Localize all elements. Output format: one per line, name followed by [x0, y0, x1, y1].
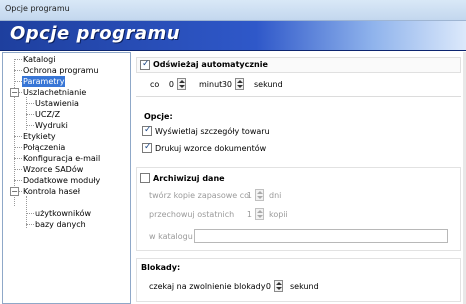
refresh-seconds-value[interactable]: 30 [220, 80, 232, 89]
tree-item-konfiguracja-email[interactable]: Konfiguracja e-mail [22, 153, 101, 164]
refresh-seconds-spinner[interactable] [235, 78, 244, 90]
tree-item-bazy-danych[interactable]: bazy danych [34, 219, 87, 230]
locks-header: Blokady: [141, 263, 181, 272]
tree-item-etykiety[interactable]: Etykiety [22, 131, 57, 142]
refresh-label: Odświeżaj automatycznie [153, 60, 268, 69]
tree-item-wzorce-sadow[interactable]: Wzorce SADów [22, 164, 84, 175]
tree-item-uszlachetnianie[interactable]: Uszlachetnianie [22, 87, 87, 98]
lock-wait-value[interactable]: 0 [259, 282, 271, 291]
backup-interval-spinner[interactable] [255, 189, 264, 201]
keep-copies-value[interactable]: 1 [240, 210, 252, 219]
refresh-minutes-spinner[interactable] [177, 78, 186, 90]
archive-label: Archiwizuj dane [153, 174, 225, 183]
tree-item-ucz-z[interactable]: UCZ/Z [34, 109, 61, 120]
header-banner: Opcje programu [0, 21, 466, 51]
archive-checkbox[interactable] [140, 173, 150, 183]
tree-item-katalogi[interactable]: Katalogi [22, 54, 56, 65]
refresh-checkbox[interactable] [140, 59, 150, 70]
tree-item-wydruki[interactable]: Wydruki [34, 120, 69, 131]
tree-item-uzytkownikow[interactable]: użytkowników [34, 208, 92, 219]
backup-interval-label: twórz kopie zapasowe co [149, 191, 250, 200]
window-titlebar: Opcje programu [0, 0, 466, 21]
show-details-checkbox[interactable] [142, 125, 152, 136]
print-templates-label: Drukuj wzorce dokumentów [155, 144, 267, 153]
keep-copies-label: przechowuj ostatnich [149, 210, 235, 219]
lock-wait-unit: sekund [290, 282, 319, 291]
refresh-seconds-label: sekund [254, 80, 283, 89]
refresh-co-label: co [150, 80, 160, 89]
lock-wait-spinner[interactable] [274, 280, 283, 292]
banner-title: Opcje programu [10, 23, 181, 44]
print-templates-checkbox[interactable] [142, 142, 152, 153]
tree-item-ustawienia[interactable]: Ustawienia [34, 98, 80, 109]
show-details-label: Wyświetlaj szczegóły towaru [155, 127, 270, 136]
lock-wait-label: czekaj na zwolnienie blokady [149, 282, 266, 291]
archive-dir-input[interactable] [194, 229, 448, 243]
tree-item-polaczenia[interactable]: Połączenia [22, 142, 66, 153]
refresh-minutes-value[interactable]: 0 [162, 80, 174, 89]
locks-group [136, 258, 461, 302]
backup-interval-value[interactable]: 1 [240, 191, 252, 200]
tree-item-dodatkowe-moduly[interactable]: Dodatkowe moduły [22, 175, 101, 186]
keep-copies-spinner[interactable] [255, 208, 264, 220]
options-header: Opcje: [144, 112, 173, 121]
options-tree[interactable]: − − Katalogi Ochrona programu Parametry … [2, 52, 131, 304]
window-title: Opcje programu [5, 4, 70, 13]
tree-item-ochrona-programu[interactable]: Ochrona programu [22, 65, 100, 76]
tree-item-parametry[interactable]: Parametry [22, 76, 66, 87]
tree-expander-icon[interactable]: − [10, 88, 19, 97]
backup-interval-unit: dni [269, 191, 282, 200]
archive-dir-label: w katalogu [149, 232, 193, 241]
tree-item-kontrola-hasel[interactable]: Kontrola haseł [22, 186, 81, 197]
keep-copies-unit: kopii [269, 210, 288, 219]
refresh-minutes-label: minut [199, 80, 223, 89]
tree-expander-icon[interactable]: − [10, 187, 19, 196]
